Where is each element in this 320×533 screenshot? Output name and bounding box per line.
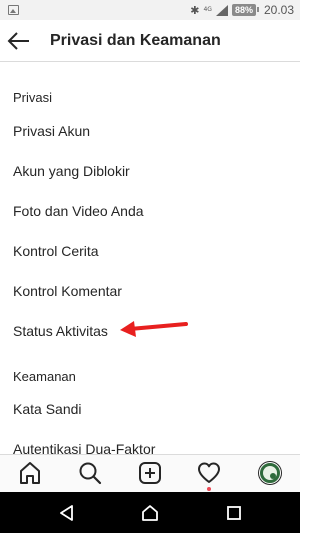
new-post-icon[interactable] bbox=[137, 460, 163, 486]
settings-item-label: Foto dan Video Anda bbox=[13, 203, 144, 219]
settings-item-label: Kontrol Komentar bbox=[13, 283, 122, 299]
clock: 20.03 bbox=[263, 3, 294, 17]
profile-avatar[interactable] bbox=[259, 462, 281, 484]
signal-icon bbox=[215, 4, 228, 16]
status-bar: ✱ 4G 88% 20.03 bbox=[0, 0, 300, 20]
red-arrow-annotation-icon bbox=[120, 321, 188, 337]
avatar-image bbox=[263, 466, 277, 480]
page-title: Privasi dan Keamanan bbox=[50, 32, 221, 49]
back-triangle-icon[interactable] bbox=[57, 503, 77, 523]
settings-item-label: Privasi Akun bbox=[13, 123, 91, 139]
top-app-bar: Privasi dan Keamanan bbox=[0, 20, 300, 62]
activity-heart-icon[interactable] bbox=[196, 460, 222, 486]
settings-item-label: Kata Sandi bbox=[13, 401, 82, 417]
settings-item-akun-diblokir[interactable]: Akun yang Diblokir bbox=[0, 154, 300, 188]
battery-icon: 88% bbox=[231, 4, 259, 16]
bottom-navigation bbox=[0, 454, 300, 492]
settings-item-kata-sandi[interactable]: Kata Sandi bbox=[0, 392, 300, 426]
settings-list[interactable]: Privasi Privasi Akun Akun yang Diblokir … bbox=[0, 62, 300, 462]
settings-item-label: Kontrol Cerita bbox=[13, 243, 99, 259]
search-icon[interactable] bbox=[77, 460, 103, 486]
section-title-privasi: Privasi bbox=[13, 90, 53, 105]
gallery-notification-icon bbox=[8, 5, 19, 15]
settings-item-foto-video[interactable]: Foto dan Video Anda bbox=[0, 194, 300, 228]
settings-item-label: Akun yang Diblokir bbox=[13, 163, 130, 179]
settings-item-kontrol-komentar[interactable]: Kontrol Komentar bbox=[0, 274, 300, 308]
status-bar-right: ✱ 4G 88% 20.03 bbox=[190, 0, 294, 20]
system-navigation-bar bbox=[0, 492, 300, 533]
section-title-keamanan: Keamanan bbox=[13, 369, 76, 384]
notification-dot bbox=[207, 487, 211, 491]
recents-square-icon[interactable] bbox=[224, 503, 244, 523]
home-icon[interactable] bbox=[17, 460, 43, 486]
bluetooth-icon: ✱ bbox=[190, 3, 200, 17]
settings-item-privasi-akun[interactable]: Privasi Akun bbox=[0, 114, 300, 148]
home-circle-icon[interactable] bbox=[140, 503, 160, 523]
avatar-logo bbox=[270, 473, 276, 479]
settings-item-kontrol-cerita[interactable]: Kontrol Cerita bbox=[0, 234, 300, 268]
network-type-label: 4G bbox=[203, 6, 212, 13]
back-arrow-icon[interactable] bbox=[6, 28, 32, 54]
settings-item-label: Status Aktivitas bbox=[13, 323, 108, 339]
